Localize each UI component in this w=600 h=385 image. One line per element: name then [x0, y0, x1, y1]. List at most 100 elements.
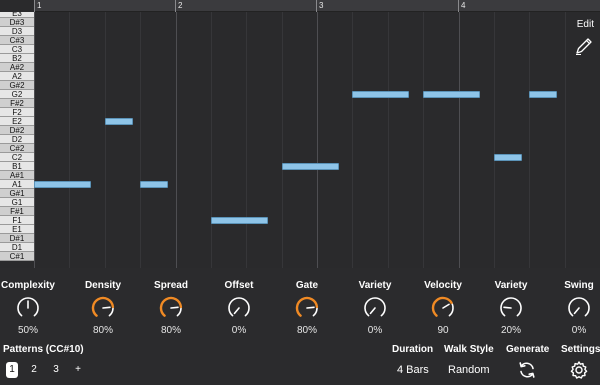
piano-key[interactable]: D#3 — [0, 18, 34, 27]
knob-label: Variety — [494, 280, 528, 291]
knob[interactable] — [499, 296, 523, 320]
midi-note[interactable] — [140, 181, 168, 188]
bar-number: 3 — [319, 1, 324, 10]
piano-key[interactable]: C#1 — [0, 252, 34, 261]
midi-note[interactable] — [352, 91, 409, 98]
knob-value: 80% — [92, 325, 113, 336]
piano-key[interactable]: D#2 — [0, 126, 34, 135]
knob-control-swing: Swing 0% — [544, 280, 600, 336]
note-grid[interactable] — [34, 12, 600, 268]
bar-number: 4 — [461, 1, 466, 10]
knob-value: 80% — [296, 325, 317, 336]
knob-label: Complexity — [1, 280, 55, 291]
duration-label: Duration — [392, 344, 434, 355]
midi-note[interactable] — [105, 118, 133, 125]
edit-label[interactable]: Edit — [577, 19, 594, 30]
knob-control-spread: Spread 80% — [136, 280, 206, 336]
piano-key[interactable]: C#3 — [0, 36, 34, 45]
piano-key[interactable]: G1 — [0, 198, 34, 207]
gear-icon[interactable] — [569, 360, 589, 380]
midi-note[interactable] — [494, 154, 522, 161]
patterns-label: Patterns (CC#10) — [3, 344, 84, 355]
knob-control-offset: Offset 0% — [204, 280, 274, 336]
piano-key[interactable]: D1 — [0, 243, 34, 252]
knob-control-variety: Variety 20% — [476, 280, 546, 336]
bar-number: 2 — [178, 1, 183, 10]
walk-style-value[interactable]: Random — [448, 364, 490, 376]
knob-label: Velocity — [424, 280, 462, 291]
piano-key[interactable]: G#2 — [0, 81, 34, 90]
knob-value: 0% — [231, 325, 247, 336]
knob-label: Variety — [358, 280, 392, 291]
piano-key[interactable]: E2 — [0, 117, 34, 126]
knob-value: 0% — [571, 325, 587, 336]
midi-note[interactable] — [529, 91, 557, 98]
piano-key[interactable]: F#1 — [0, 207, 34, 216]
piano-key[interactable]: A2 — [0, 72, 34, 81]
piano-key[interactable]: G2 — [0, 90, 34, 99]
timeline-ruler[interactable]: 1 2 3 4 — [34, 0, 600, 12]
knob-label: Swing — [564, 280, 594, 291]
piano-key[interactable]: F1 — [0, 216, 34, 225]
knob-value: 20% — [500, 325, 521, 336]
walk-style-label: Walk Style — [444, 344, 494, 355]
knob[interactable] — [159, 296, 183, 320]
knob[interactable] — [227, 296, 251, 320]
piano-key[interactable]: G#1 — [0, 189, 34, 198]
midi-note[interactable] — [211, 217, 268, 224]
knob[interactable] — [16, 296, 40, 320]
add-pattern-button[interactable]: + — [72, 362, 84, 378]
piano-key[interactable]: F2 — [0, 108, 34, 117]
bar-line — [34, 0, 35, 12]
knob-value: 50% — [17, 325, 38, 336]
knob[interactable] — [431, 296, 455, 320]
pattern-tab-3[interactable]: 3 — [50, 362, 62, 378]
piano-key[interactable]: D3 — [0, 27, 34, 36]
piano-key[interactable]: E1 — [0, 225, 34, 234]
duration-value[interactable]: 4 Bars — [397, 364, 429, 376]
piano-key[interactable]: C#2 — [0, 144, 34, 153]
knob[interactable] — [91, 296, 115, 320]
piano-roll[interactable]: 1 2 3 4 E3 D#3 D3 C#3 C3 B2 A#2 A2 G#2 G2 F#2 F2 E2 D… — [0, 0, 600, 268]
pattern-tab-1[interactable]: 1 — [6, 362, 18, 378]
piano-key[interactable]: A#2 — [0, 63, 34, 72]
generate-label: Generate — [506, 344, 550, 355]
settings-label: Settings — [561, 344, 600, 355]
knob-label: Spread — [154, 280, 188, 291]
piano-key[interactable]: C2 — [0, 153, 34, 162]
knob-control-complexity: Complexity 50% — [0, 280, 63, 336]
knob-label: Gate — [295, 280, 319, 291]
bar-line — [458, 0, 459, 12]
knob[interactable] — [295, 296, 319, 320]
knob[interactable] — [363, 296, 387, 320]
bottom-bar: Patterns (CC#10) 1 2 3 + Duration 4 Bars… — [0, 338, 600, 385]
knob-control-density: Density 80% — [68, 280, 138, 336]
knob-control-variety: Variety 0% — [340, 280, 410, 336]
piano-key[interactable]: D2 — [0, 135, 34, 144]
refresh-icon[interactable] — [517, 360, 537, 380]
knob-label: Density — [84, 280, 122, 291]
piano-key[interactable]: D#1 — [0, 234, 34, 243]
midi-note[interactable] — [423, 91, 480, 98]
piano-key[interactable]: A#1 — [0, 171, 34, 180]
piano-key[interactable]: A1 — [0, 180, 34, 189]
midi-note[interactable] — [34, 181, 91, 188]
knob-control-gate: Gate 80% — [272, 280, 342, 336]
knob-value: 80% — [160, 325, 181, 336]
knob-value: 0% — [367, 325, 383, 336]
bar-number: 1 — [37, 1, 42, 10]
knob[interactable] — [567, 296, 591, 320]
pattern-tab-2[interactable]: 2 — [28, 362, 40, 378]
bar-line — [175, 0, 176, 12]
grid-lines — [34, 12, 566, 268]
piano-key[interactable]: F#2 — [0, 99, 34, 108]
knob-value: 90 — [437, 325, 449, 336]
knob-control-velocity: Velocity 90 — [408, 280, 478, 336]
piano-key[interactable]: B1 — [0, 162, 34, 171]
pencil-icon[interactable] — [574, 36, 594, 56]
piano-keyboard[interactable]: E3 D#3 D3 C#3 C3 B2 A#2 A2 G#2 G2 F#2 F2 E2 D#2 D2 C#2 C… — [0, 12, 34, 268]
midi-note[interactable] — [282, 163, 339, 170]
piano-key[interactable]: C3 — [0, 45, 34, 54]
knob-label: Offset — [224, 280, 254, 291]
piano-key[interactable]: B2 — [0, 54, 34, 63]
